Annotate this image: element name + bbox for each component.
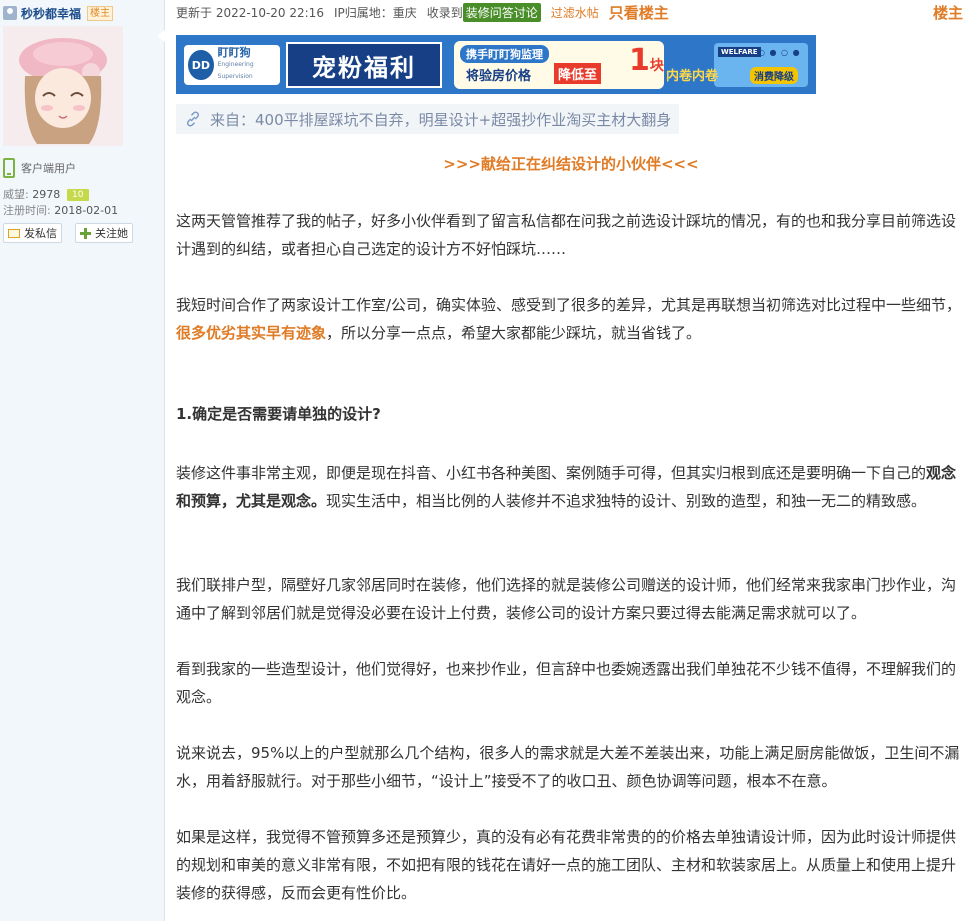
avatar[interactable] [3, 26, 123, 146]
follow-button[interactable]: 关注她 [75, 223, 133, 243]
paragraph-6: 说来说去，95%以上的户型就那么几个结构，很多人的需求就是大差不差装出来，功能上… [176, 744, 960, 790]
registration-row: 注册时间: 2018-02-01 [3, 202, 118, 218]
author-name[interactable]: 秒秒都幸福 [21, 5, 81, 22]
link-icon [186, 111, 200, 127]
paragraph-2: 我短时间合作了两家设计工作室/公司，确实体验、感受到了很多的差异，尤其是再联想当… [176, 291, 964, 347]
collection-tag[interactable]: 装修问答讨论 [462, 2, 541, 22]
banner-offer-panel: 携手盯盯狗监理 将验房价格 降低至 1块 [454, 41, 664, 89]
banner-price: 1块 [629, 43, 664, 78]
plus-icon [80, 227, 91, 239]
banner-slogan: 内卷内卷 [666, 69, 719, 84]
banner-offer-top: 携手盯盯狗监理 [460, 45, 549, 63]
banner-logo-text: 盯盯狗 Engineering Supervision [218, 47, 280, 83]
banner-badge: 消费降级 [750, 67, 798, 84]
registration-label: 注册时间: [3, 204, 51, 217]
avatar-illustration [3, 26, 123, 146]
send-message-button[interactable]: 发私信 [3, 223, 62, 243]
paragraph-3: 装修这件事非常主观，即便是现在抖音、小红书各种美图、案例随手可得，但其实归根到底… [176, 459, 964, 515]
banner-welfare-panel: WELFARE ○ ● ○ ● 消费降级 [714, 43, 808, 87]
source-link[interactable]: 来自：400平排屋踩坑不自弃，明星设计+超强抄作业淘买主材大翻身 [176, 104, 680, 134]
banner-price-unit: 块 [649, 58, 664, 74]
banner-drop: 降低至 [554, 63, 602, 84]
ip-location: IP归属地：重庆 [333, 5, 417, 20]
update-time: 更新于 2022-10-20 22:16 [176, 5, 324, 20]
prestige-value: 2978 [32, 188, 61, 201]
op-badge: 楼主 [87, 5, 114, 21]
sidebar-pointer [157, 30, 165, 42]
filter-water-posts-link[interactable]: 过滤水帖 [551, 4, 599, 21]
paragraph-4: 我们联排户型，隔壁好几家邻居同时在装修，他们选择的就是装修公司赠送的设计师，他们… [176, 576, 957, 622]
banner-offer-bottom: 将验房价格 [466, 69, 532, 84]
paragraph-2-part-a: 我短时间合作了两家设计工作室/公司，确实体验、感受到了很多的差异，尤其是再联想当… [176, 296, 962, 314]
user-icon [3, 6, 17, 20]
client-user-label: 客户端用户 [21, 162, 76, 175]
banner-dots: ○ ● ○ ● [758, 48, 801, 57]
promo-banner[interactable]: DD 盯盯狗 Engineering Supervision 宠粉福利 携手盯盯… [176, 35, 816, 94]
author-header: 秒秒都幸福 楼主 [3, 4, 114, 22]
level-badge: 10 [66, 189, 89, 201]
only-op-link[interactable]: 只看楼主 [609, 2, 669, 23]
article-center-title: >>>献给正在纠结设计的小伙伴<<< [443, 155, 699, 173]
banner-price-number: 1 [629, 43, 650, 78]
banner-logo-name: 盯盯狗 [217, 46, 251, 59]
send-message-label: 发私信 [24, 227, 57, 240]
paragraph-2-part-c: ，所以分享一点点，希望大家都能少踩坑，就当省钱了。 [326, 324, 702, 342]
section-heading-1: 1.确定是否需要请单独的设计? [176, 405, 381, 423]
paragraph-5: 看到我家的一些造型设计，他们觉得好，也来抄作业，但言辞中也委婉透露出我们单独花不… [176, 660, 957, 706]
level-value: 10 [71, 190, 84, 200]
paragraph-3-part-c: 现实生活中，相当比例的人装修并不追求独特的设计、别致的造型，和独一无二的精致感。 [326, 492, 927, 510]
prestige-row: 威望: 2978 10 [3, 186, 89, 202]
floor-label: 楼主 [932, 4, 963, 22]
source-text: 来自：400平排屋踩坑不自弃，明星设计+超强抄作业淘买主材大翻身 [210, 110, 672, 129]
client-user-row: 客户端用户 [3, 158, 76, 178]
prestige-label: 威望: [3, 188, 29, 201]
banner-logo: DD 盯盯狗 Engineering Supervision [184, 45, 280, 85]
dingdinggou-logo-icon: DD [188, 50, 214, 80]
registration-date: 2018-02-01 [54, 204, 119, 217]
author-sidebar: 秒秒都幸福 楼主 客户端用户 威望: 2978 10 注册时间: 2018-02… [0, 0, 165, 921]
post-meta: 更新于 2022-10-20 22:16 IP归属地：重庆 收录到 装修问答讨论… [176, 0, 669, 24]
banner-welfare: WELFARE [718, 47, 761, 57]
banner-title: 宠粉福利 [286, 42, 442, 88]
collected-label: 收录到 [426, 5, 463, 20]
mail-icon [8, 228, 20, 238]
paragraph-2-highlight: 很多优劣其实早有迹象 [176, 324, 327, 342]
follow-label: 关注她 [95, 227, 128, 240]
paragraph-1: 这两天管管推荐了我的帖子，好多小伙伴看到了留言私信都在问我之前选设计踩坑的情况，… [176, 212, 957, 258]
phone-icon [3, 158, 15, 178]
paragraph-3-part-a: 装修这件事非常主观，即便是现在抖音、小红书各种美图、案例随手可得，但其实归根到底… [176, 464, 927, 482]
paragraph-7: 如果是这样，我觉得不管预算多还是预算少，真的没有必有花费非常贵的的价格去单独请设… [176, 828, 957, 902]
banner-logo-sub: Engineering Supervision [217, 61, 254, 80]
